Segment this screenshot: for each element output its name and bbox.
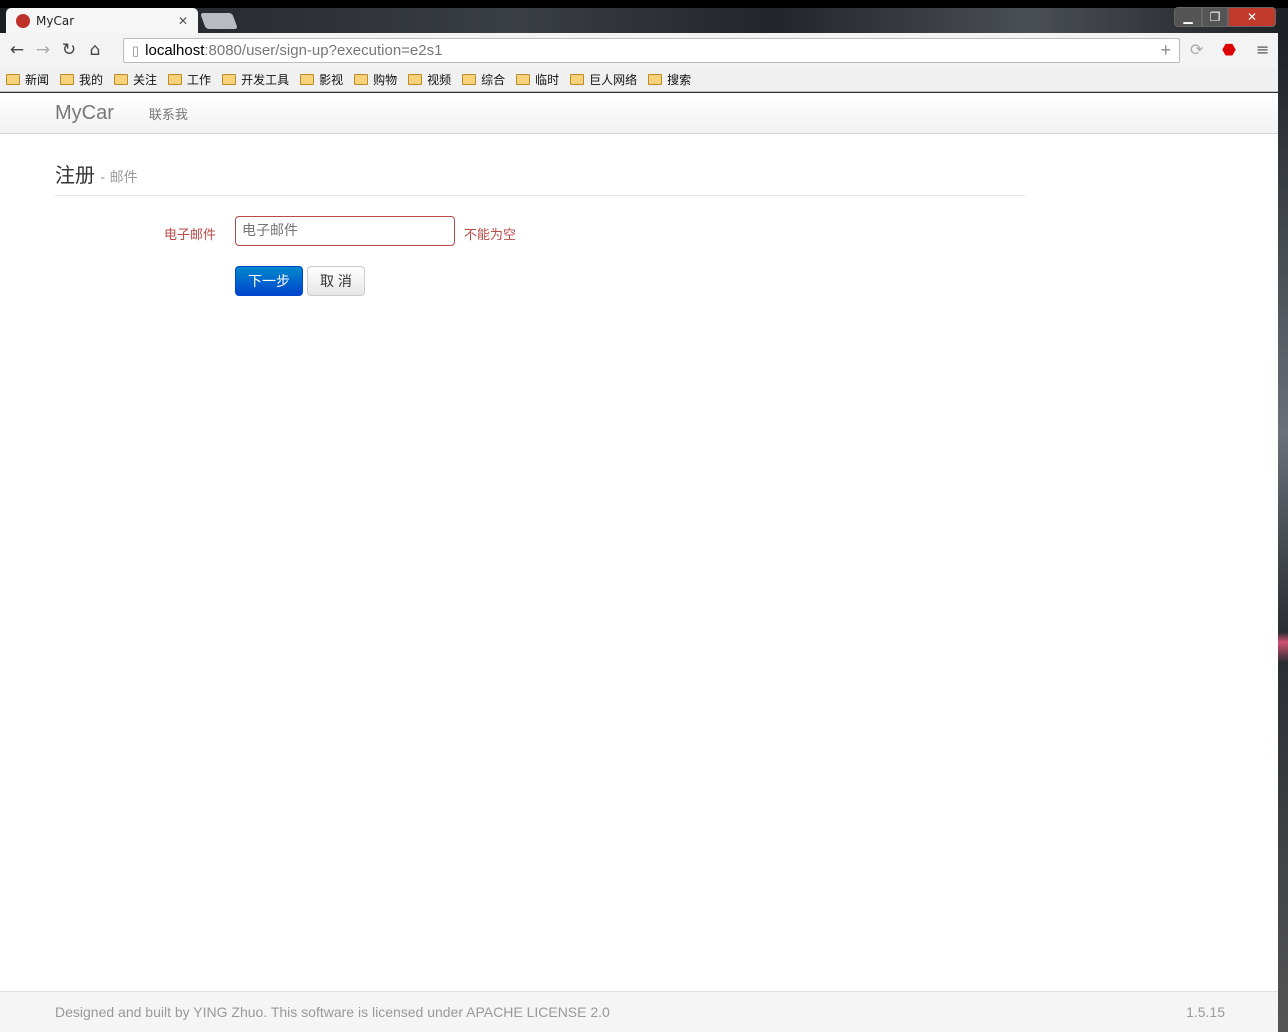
browser-toolbar: ← → ↻ ⌂ ▯ localhost:8080/user/sign-up?ex… <box>0 33 1278 67</box>
folder-icon <box>570 73 585 85</box>
forward-icon[interactable]: → <box>30 40 56 60</box>
bookmark-item[interactable]: 综合 <box>462 71 505 88</box>
bookmark-item[interactable]: 影视 <box>300 71 343 88</box>
brand-link[interactable]: MyCar <box>55 102 114 125</box>
back-icon[interactable]: ← <box>4 40 30 60</box>
email-error: 不能为空 <box>464 228 517 243</box>
browser-tab[interactable]: MyCar ✕ <box>6 8 198 34</box>
cancel-button[interactable]: 取 消 <box>307 266 365 296</box>
folder-icon <box>462 73 477 85</box>
page-header: 注册 - 邮件 <box>55 159 1025 196</box>
bookmark-item[interactable]: 搜索 <box>648 71 691 88</box>
bookmark-label: 临时 <box>535 72 560 87</box>
folder-icon <box>222 73 237 85</box>
folder-icon <box>354 73 369 85</box>
bookmark-item[interactable]: 开发工具 <box>222 71 289 88</box>
bookmarks-bar: 新闻 我的 关注 工作 开发工具 影视 购物 视频 综合 临时 巨人网络 搜索 <box>0 67 1278 92</box>
tab-title: MyCar <box>36 14 75 28</box>
folder-icon <box>648 73 663 85</box>
folder-icon <box>6 73 20 85</box>
bookmark-label: 新闻 <box>25 72 50 87</box>
bookmark-item[interactable]: 新闻 <box>6 71 49 88</box>
screen-edge <box>0 0 1288 8</box>
navbar: MyCar 联系我 <box>0 93 1278 134</box>
bookmark-label: 巨人网络 <box>589 72 638 87</box>
folder-icon <box>300 73 315 85</box>
bookmark-label: 工作 <box>187 72 212 87</box>
folder-icon <box>114 73 129 85</box>
bookmark-item[interactable]: 临时 <box>516 71 559 88</box>
bookmark-label: 综合 <box>481 72 506 87</box>
page-subtitle: - 邮件 <box>100 170 138 186</box>
bookmark-item[interactable]: 购物 <box>354 71 397 88</box>
version: 1.5.15 <box>1186 1004 1225 1020</box>
bookmark-label: 我的 <box>79 72 104 87</box>
folder-icon <box>408 73 423 85</box>
email-input[interactable] <box>235 216 455 246</box>
minimize-icon[interactable]: ▁ <box>1174 7 1202 27</box>
page-title: 注册 <box>55 163 95 187</box>
bookmark-label: 购物 <box>373 72 398 87</box>
email-label: 电子邮件 <box>163 228 216 243</box>
page-icon: ▯ <box>132 42 140 58</box>
url-path: :8080/user/sign-up?execution=e2s1 <box>204 42 443 59</box>
sync-extension-icon[interactable]: ⟳ <box>1190 40 1203 59</box>
nav-link-contact[interactable]: 联系我 <box>149 104 188 123</box>
bookmark-label: 影视 <box>319 72 344 87</box>
url-host: localhost <box>145 42 205 59</box>
new-tab-button[interactable] <box>200 13 238 29</box>
bookmark-label: 开发工具 <box>241 72 290 87</box>
bookmark-item[interactable]: 我的 <box>60 71 103 88</box>
bookmark-item[interactable]: 工作 <box>168 71 211 88</box>
next-button[interactable]: 下一步 <box>235 266 303 296</box>
bookmark-label: 搜索 <box>667 72 692 87</box>
footer: Designed and built by YING Zhuo. This so… <box>0 991 1278 1032</box>
restore-icon[interactable]: ❐ <box>1202 7 1228 27</box>
folder-icon <box>168 73 183 85</box>
desktop-background <box>1278 33 1288 1032</box>
bookmark-item[interactable]: 视频 <box>408 71 451 88</box>
page: MyCar 联系我 注册 - 邮件 电子邮件 不能为空 下一步 取 消 Desi… <box>0 93 1278 1032</box>
home-icon[interactable]: ⌂ <box>82 40 108 60</box>
folder-icon <box>60 73 75 85</box>
bookmark-item[interactable]: 关注 <box>114 71 157 88</box>
reload-icon[interactable]: ↻ <box>56 40 82 60</box>
window-close-icon[interactable]: ✕ <box>1228 7 1276 27</box>
folder-icon <box>516 73 531 85</box>
adblock-icon[interactable]: ⬣ <box>1222 40 1236 59</box>
favicon-icon <box>16 14 30 28</box>
bookmark-plus-icon[interactable]: + <box>1160 40 1171 61</box>
close-tab-icon[interactable]: ✕ <box>178 14 188 28</box>
menu-icon[interactable]: ≡ <box>1256 40 1269 59</box>
bookmark-item[interactable]: 巨人网络 <box>570 71 637 88</box>
address-bar[interactable]: ▯ localhost:8080/user/sign-up?execution=… <box>123 38 1180 63</box>
footer-text: Designed and built by YING Zhuo. This so… <box>55 1004 610 1020</box>
bookmark-label: 视频 <box>427 72 452 87</box>
bookmark-label: 关注 <box>133 72 158 87</box>
